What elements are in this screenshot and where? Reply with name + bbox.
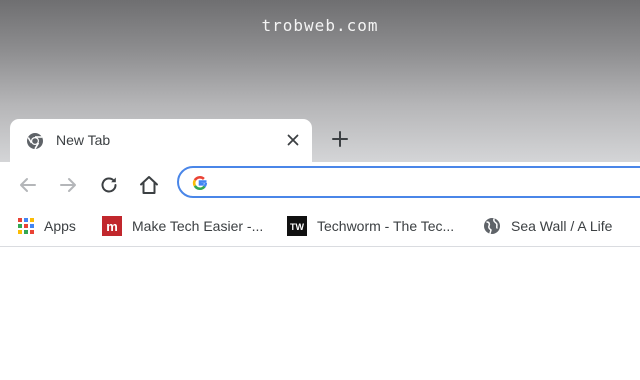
techworm-logo-icon: TW: [287, 216, 307, 236]
toolbar: [0, 162, 640, 208]
bookmark-label: Sea Wall / A Life: [511, 218, 613, 234]
svg-text:TW: TW: [290, 222, 304, 232]
bookmark-label: Make Tech Easier -...: [132, 218, 264, 234]
bookmark-label: Techworm - The Tec...: [317, 218, 455, 234]
google-g-icon: [192, 176, 208, 191]
bookmark-make-tech-easier[interactable]: m Make Tech Easier -...: [102, 216, 263, 236]
bookmark-sea-wall[interactable]: Sea Wall / A Life: [483, 216, 612, 236]
chrome-icon: [27, 133, 43, 150]
screenshot: trobweb.com New Tab Apps m Make Tech Eas…: [0, 0, 640, 380]
globe-icon: [484, 218, 500, 235]
tab-new-tab[interactable]: New Tab: [10, 119, 312, 163]
close-icon[interactable]: [284, 131, 302, 149]
tab-title: New Tab: [56, 132, 111, 148]
maketecheasier-logo-icon: m: [102, 216, 122, 236]
page-content: [0, 247, 640, 380]
watermark: trobweb.com: [261, 16, 379, 35]
bookmark-techworm[interactable]: TW Techworm - The Tec...: [287, 216, 454, 236]
svg-text:m: m: [106, 219, 118, 234]
apps-grid-icon: [18, 218, 34, 234]
bookmark-label: Apps: [44, 218, 76, 234]
address-input[interactable]: [217, 172, 621, 194]
bookmarks-bar: Apps m Make Tech Easier -... TW Techworm…: [0, 206, 640, 247]
forward-arrow-icon[interactable]: [56, 173, 80, 197]
new-tab-plus-icon[interactable]: [330, 129, 350, 149]
address-bar[interactable]: [177, 166, 640, 198]
reload-icon[interactable]: [97, 173, 121, 197]
home-icon[interactable]: [137, 173, 161, 197]
back-arrow-icon[interactable]: [16, 173, 40, 197]
bookmark-apps[interactable]: Apps: [18, 216, 76, 236]
